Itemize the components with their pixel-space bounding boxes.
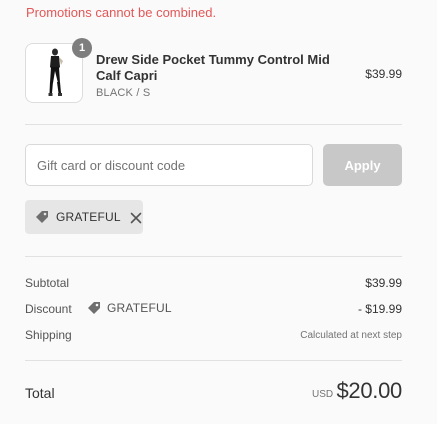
subtotal-value: $39.99 [365, 276, 402, 290]
product-price: $39.99 [365, 67, 402, 81]
discount-label: Discount [25, 302, 72, 316]
total-label: Total [25, 385, 55, 401]
discount-code-display: GRATEFUL [86, 300, 172, 316]
product-variant: BLACK / S [96, 87, 151, 99]
apply-button[interactable]: Apply [323, 144, 402, 186]
total-value: $20.00 [336, 378, 403, 403]
divider [25, 124, 402, 125]
discount-code-text: GRATEFUL [107, 301, 172, 315]
price-tag-icon [86, 300, 102, 316]
applied-discount-code: GRATEFUL [56, 210, 121, 224]
divider [25, 360, 402, 361]
close-icon[interactable] [130, 211, 142, 224]
quantity-badge: 1 [72, 38, 92, 58]
shipping-value: Calculated at next step [300, 330, 402, 341]
currency-code: USD [312, 389, 334, 400]
discount-value: - $19.99 [357, 302, 402, 316]
promo-error-message: Promotions cannot be combined. [26, 5, 217, 20]
subtotal-label: Subtotal [25, 276, 70, 290]
black-leggings-product-image [48, 48, 63, 96]
shipping-label: Shipping [25, 328, 72, 342]
divider [25, 256, 402, 257]
applied-discount-tag: GRATEFUL [25, 200, 143, 234]
discount-code-input[interactable] [25, 144, 313, 186]
order-summary-panel: Promotions cannot be combined. 1 Drew Si… [0, 0, 437, 424]
product-name: Drew Side Pocket Tummy Control Mid Calf … [96, 52, 330, 83]
price-tag-icon [34, 209, 50, 225]
